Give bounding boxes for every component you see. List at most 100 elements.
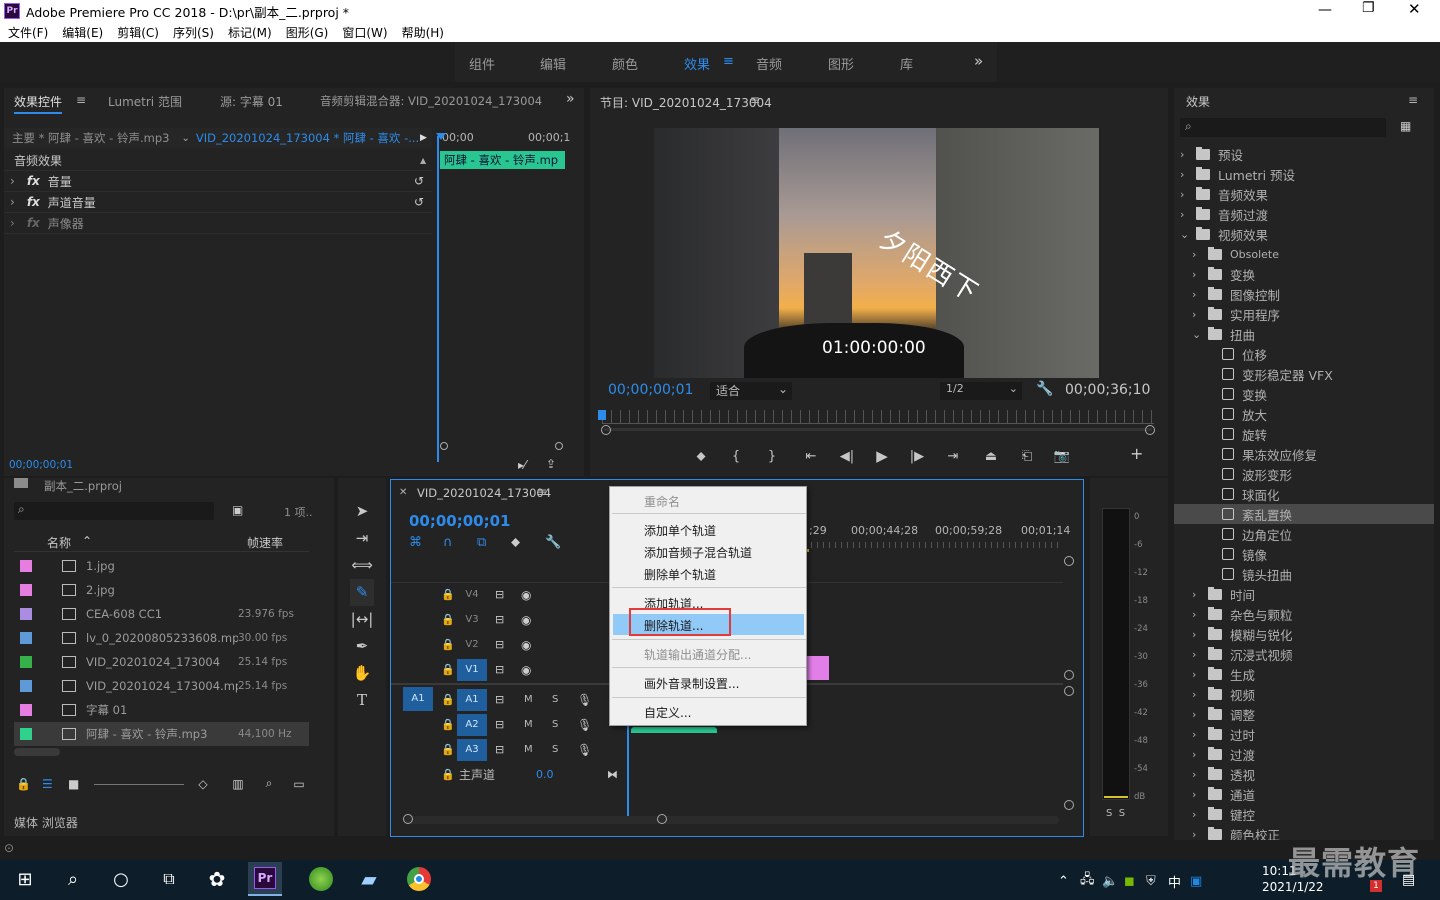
effects-tree-item[interactable]: › 生成 bbox=[1174, 664, 1434, 684]
extract-icon[interactable]: ⎗ bbox=[1010, 449, 1044, 464]
microphone-icon[interactable]: 🎙 bbox=[577, 743, 592, 757]
zoom-handle[interactable] bbox=[403, 814, 413, 824]
chevron-right-icon[interactable]: › bbox=[1192, 308, 1208, 321]
track-label[interactable]: V3 bbox=[457, 609, 487, 631]
effects-tree-item[interactable]: 波形变形 bbox=[1174, 464, 1434, 484]
tab-menu-icon[interactable]: ≡ bbox=[76, 93, 86, 107]
effects-tree-item[interactable]: › 实用程序 bbox=[1174, 304, 1434, 324]
chevron-right-icon[interactable]: › bbox=[1192, 708, 1208, 721]
effects-title[interactable]: 效果 bbox=[1186, 93, 1210, 110]
label-color-swatch[interactable] bbox=[20, 608, 32, 620]
effect-row-volume[interactable]: › fx 音量 ↺ bbox=[4, 171, 432, 192]
effects-tree-item[interactable]: › 透视 bbox=[1174, 764, 1434, 784]
pen-tool-icon[interactable]: ✒ bbox=[350, 633, 374, 660]
current-time[interactable]: 00;00;00;01 bbox=[9, 459, 73, 471]
effects-tree-item[interactable]: › 杂色与颗粒 bbox=[1174, 604, 1434, 624]
effects-tree-item[interactable]: › 视频 bbox=[1174, 684, 1434, 704]
close-window-button[interactable]: ✕ bbox=[1408, 0, 1421, 18]
network-icon[interactable]: 🖧 bbox=[1080, 870, 1102, 892]
mute-button[interactable]: M bbox=[524, 719, 533, 730]
reset-icon[interactable]: ↺ bbox=[414, 174, 424, 188]
effects-tree-item[interactable]: › 变换 bbox=[1174, 264, 1434, 284]
sort-icon[interactable]: ◇ bbox=[184, 777, 222, 791]
menu-track-output-channel[interactable]: 轨道输出通道分配... bbox=[644, 646, 751, 663]
master-value[interactable]: 0.0 bbox=[536, 768, 554, 781]
label-color-swatch[interactable] bbox=[20, 704, 32, 716]
notes-app-icon[interactable]: ▰ bbox=[352, 862, 386, 896]
type-tool-icon[interactable]: T bbox=[350, 687, 374, 714]
tab-lumetri-scopes[interactable]: Lumetri 范围 bbox=[108, 93, 182, 110]
label-color-swatch[interactable] bbox=[20, 560, 32, 572]
project-item[interactable]: 字幕 01 bbox=[14, 698, 309, 722]
timeline-timecode[interactable]: 00;00;00;01 bbox=[409, 512, 511, 530]
effects-tree-item[interactable]: › 时间 bbox=[1174, 584, 1434, 604]
track-label[interactable]: V1 bbox=[457, 658, 487, 681]
windows-start-icon[interactable]: ⊞ bbox=[8, 862, 42, 896]
track-label[interactable]: A2 bbox=[457, 713, 487, 736]
panel-more-icon[interactable]: » bbox=[566, 91, 575, 107]
microphone-icon[interactable]: 🎙 bbox=[577, 693, 592, 707]
solo-button[interactable]: S bbox=[552, 694, 558, 705]
reset-icon[interactable]: ↺ bbox=[414, 195, 424, 209]
lock-icon[interactable]: 🔒 bbox=[441, 613, 455, 626]
search-icon[interactable]: ⌕ bbox=[56, 862, 90, 896]
eye-icon[interactable]: ◉ bbox=[521, 613, 531, 627]
video-frame[interactable]: 夕阳西下 01:00:00:00 bbox=[654, 128, 1099, 378]
timeline-zoom-bar[interactable] bbox=[405, 816, 1059, 824]
scroll-handle[interactable] bbox=[1064, 800, 1074, 810]
effect-row-channel-volume[interactable]: › fx 声道音量 ↺ bbox=[4, 192, 432, 213]
effects-tree-item[interactable]: › 图像控制 bbox=[1174, 284, 1434, 304]
fx-icon[interactable]: fx bbox=[27, 195, 40, 209]
master-track-header[interactable]: 🔒 主声道 0.0 ⧓ bbox=[391, 762, 618, 787]
pinwheel-app-icon[interactable]: ✿ bbox=[200, 862, 234, 896]
razor-tool-icon[interactable]: ✎ bbox=[350, 579, 374, 606]
master-clip-label[interactable]: 主要 * 阿肆 - 喜欢 - 铃声.mp3 bbox=[12, 130, 169, 146]
project-item[interactable]: CEA-608 CC1 23.976 fps bbox=[14, 602, 309, 626]
sync-lock-icon[interactable]: ⊟ bbox=[495, 718, 504, 731]
audio-track-header[interactable]: 🔒 A1 ⊟ M S 🎙 bbox=[391, 687, 611, 712]
add-marker-icon[interactable]: ⬥ bbox=[511, 535, 545, 550]
zoom-scroll-handle[interactable] bbox=[440, 442, 448, 450]
chevron-right-icon[interactable]: › bbox=[1180, 188, 1196, 201]
scroll-up-icon[interactable]: ▲ bbox=[420, 156, 426, 165]
menu-file[interactable]: 文件(F) bbox=[8, 24, 48, 41]
scroll-handle[interactable] bbox=[1064, 670, 1074, 680]
sync-lock-icon[interactable]: ⊟ bbox=[495, 613, 504, 626]
chevron-right-icon[interactable]: › bbox=[1180, 148, 1196, 161]
new-bin-icon[interactable]: ▣ bbox=[232, 503, 243, 517]
chevron-right-icon[interactable]: › bbox=[1180, 168, 1196, 181]
playhead-icon[interactable] bbox=[598, 410, 606, 420]
chevron-right-icon[interactable]: › bbox=[10, 174, 15, 188]
volume-icon[interactable]: 🔈 bbox=[1102, 874, 1124, 889]
step-forward-icon[interactable]: |▶ bbox=[900, 449, 934, 464]
effects-tree-item[interactable]: › 过渡 bbox=[1174, 744, 1434, 764]
workspace-more-button[interactable]: » bbox=[974, 52, 983, 70]
notification-icon[interactable]: ▤ bbox=[1402, 872, 1415, 888]
program-title[interactable]: 节目: VID_20201024_173004 bbox=[600, 94, 772, 111]
track-label[interactable]: A3 bbox=[457, 738, 487, 761]
workspace-tab-graphics[interactable]: 图形 bbox=[828, 54, 854, 73]
workspace-tab-libraries[interactable]: 库 bbox=[900, 54, 913, 73]
find-icon[interactable]: ⌕ bbox=[254, 776, 284, 791]
eye-icon[interactable]: ◉ bbox=[521, 588, 531, 602]
sort-ascending-icon[interactable]: ⌃ bbox=[82, 534, 92, 548]
chevron-right-icon[interactable]: › bbox=[1192, 768, 1208, 781]
chevron-right-icon[interactable]: › bbox=[1192, 648, 1208, 661]
qq-icon[interactable]: ▣ bbox=[1190, 874, 1214, 889]
program-timecode[interactable]: 00;00;00;01 bbox=[608, 382, 693, 398]
label-color-swatch[interactable] bbox=[20, 632, 32, 644]
add-marker-icon[interactable]: ⬥ bbox=[682, 449, 720, 464]
step-back-icon[interactable]: ◀| bbox=[830, 449, 864, 464]
chevron-right-icon[interactable]: › bbox=[1192, 268, 1208, 281]
effects-tree-item[interactable]: 果冻效应修复 bbox=[1174, 444, 1434, 464]
chevron-right-icon[interactable]: › bbox=[1192, 288, 1208, 301]
automate-icon[interactable]: ▥ bbox=[222, 777, 254, 791]
effects-search-input[interactable]: ⌕ bbox=[1180, 118, 1386, 137]
go-to-next-keyframe-icon[interactable]: ⧓ bbox=[607, 768, 618, 781]
menu-clip[interactable]: 剪辑(C) bbox=[117, 24, 159, 41]
lift-icon[interactable]: ⏏ bbox=[972, 449, 1010, 464]
menu-edit[interactable]: 编辑(E) bbox=[62, 24, 103, 41]
track-label[interactable]: A1 bbox=[457, 688, 487, 711]
play-icon[interactable]: ▶ bbox=[420, 133, 427, 143]
icon-view-icon[interactable]: ■ bbox=[68, 777, 94, 791]
